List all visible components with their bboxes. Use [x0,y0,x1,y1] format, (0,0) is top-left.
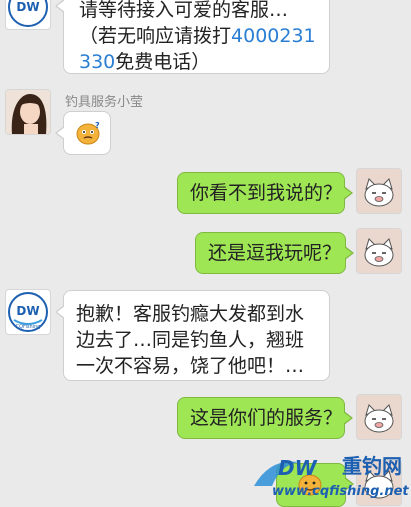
user-avatar[interactable] [356,394,402,440]
emoji-sticker-icon [298,474,322,496]
service-logo-avatar[interactable]: DW CQFishing [5,289,51,335]
emoji-sticker-icon: ? [76,121,100,145]
message-text: 还是逗我玩呢？ [208,242,342,264]
message-text: 这是你们的服务？ [190,407,343,429]
message-bubble-partial[interactable] [276,463,354,507]
service-logo-avatar[interactable]: DW [5,0,51,30]
user-avatar[interactable] [356,460,402,506]
message-bubble-user-3[interactable]: 这是你们的服务？ [177,397,353,439]
message-bubble-emoji[interactable]: ? [55,111,111,155]
logo-letters: DW [16,0,39,14]
message-text-after: 免费电话） [115,51,211,73]
message-bubble-service-1[interactable]: 请等待接入可爱的客服…（若无响应请拨打4000231330免费电话） [55,0,330,74]
message-bubble-service-2[interactable]: 抱歉！客服钓瘾大发都到水边去了…同是钓鱼人，翘班一次不容易，饶了他吧！… [55,290,330,381]
user-avatar[interactable] [356,168,402,214]
agent-name: 钓具服务小莹 [65,95,144,110]
user-avatar[interactable] [356,228,402,274]
message-text: 抱歉！客服钓瘾大发都到水边去了…同是钓鱼人，翘班一次不容易，饶了他吧！… [76,303,305,377]
logo-subtext: CQFishing [16,324,41,330]
svg-text:?: ? [95,121,100,130]
message-bubble-user-1[interactable]: 你看不到我说的？ [177,172,353,214]
message-text: 你看不到我说的？ [190,182,343,204]
message-bubble-user-2[interactable]: 还是逗我玩呢？ [195,232,354,274]
agent-avatar[interactable] [5,89,51,135]
logo-letters: DW [16,304,39,318]
